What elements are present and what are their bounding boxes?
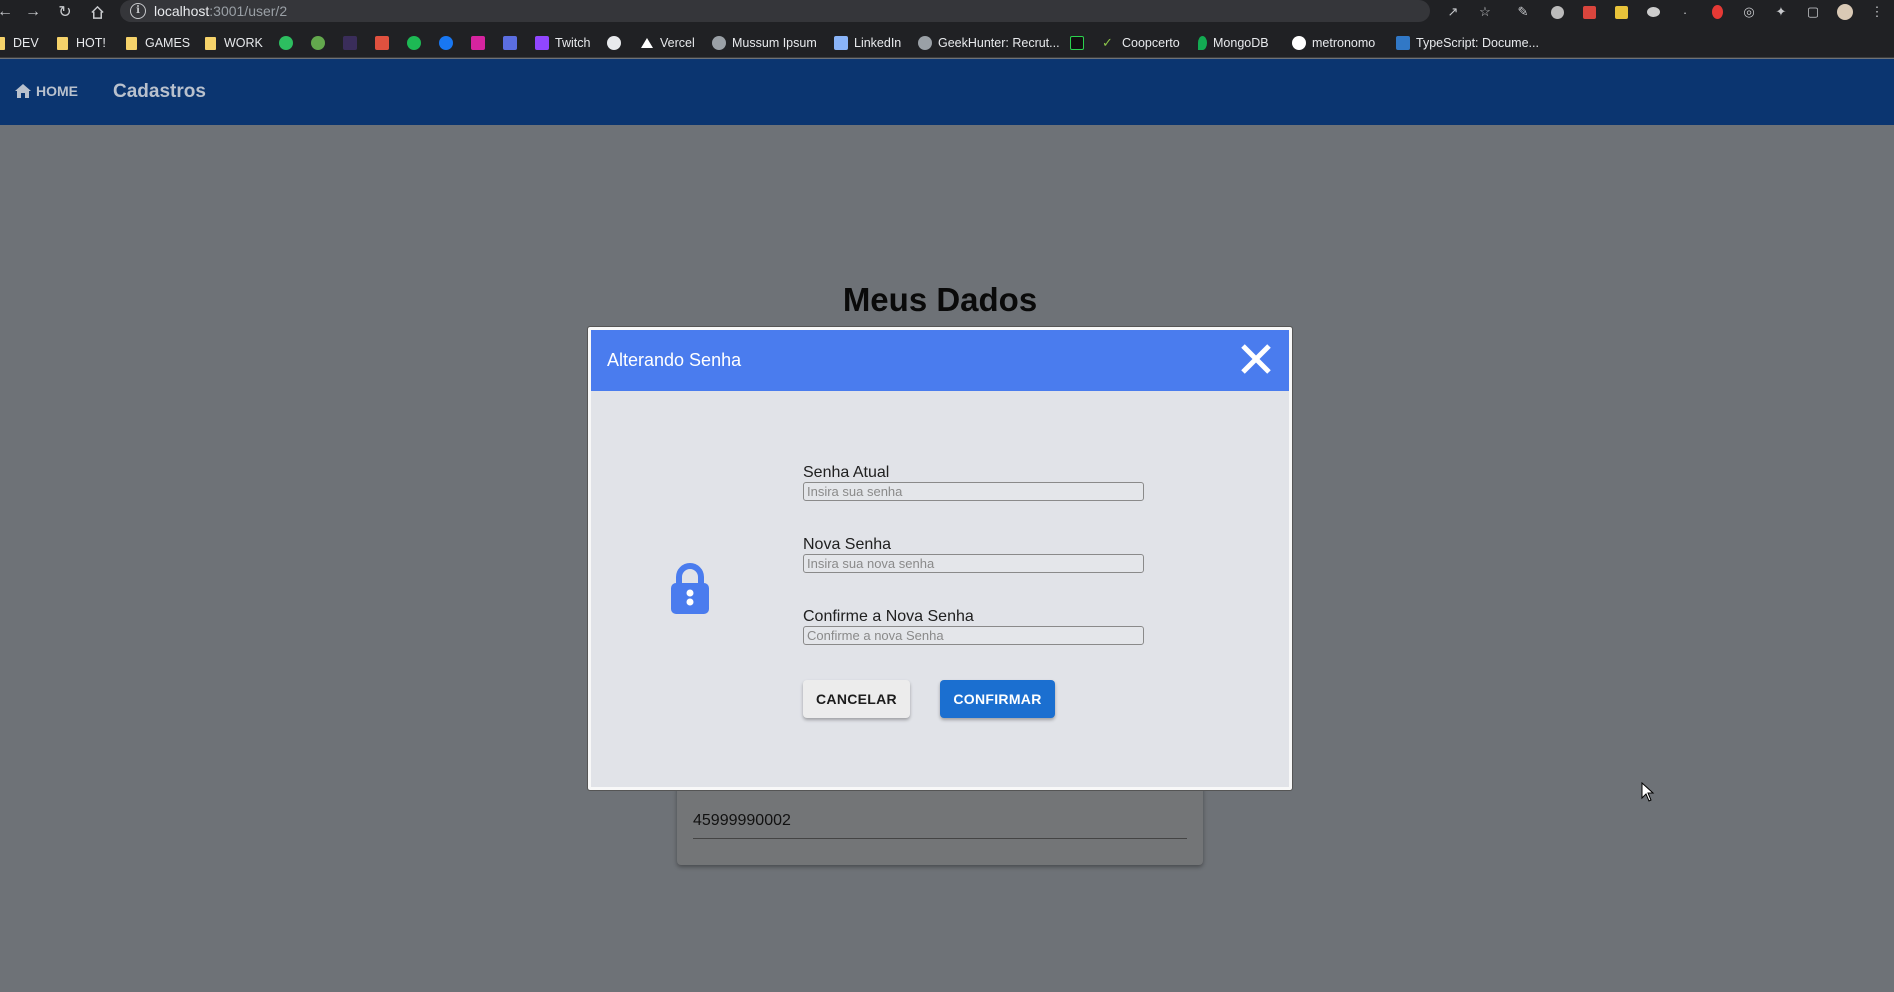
js-extension-icon[interactable] <box>1612 3 1630 21</box>
address-bar[interactable]: i localhost:3001/user/2 <box>120 0 1430 22</box>
geekhunter-icon <box>918 36 932 50</box>
spotify-icon <box>407 36 421 50</box>
bookmarks-bar: DEV HOT! GAMES WORK Twitch Vercel Mussum… <box>0 26 1894 58</box>
confirm-button[interactable]: CONFIRMAR <box>940 680 1055 718</box>
back-arrow-icon[interactable]: ← <box>0 3 14 21</box>
bookmark-instagram[interactable] <box>471 34 491 52</box>
mongodb-icon <box>1198 36 1207 50</box>
field-underline <box>693 838 1187 839</box>
bookmark-facebook[interactable] <box>439 34 459 52</box>
folder-icon <box>57 36 68 50</box>
bookmark-metronomo[interactable]: metronomo <box>1292 34 1375 52</box>
new-password-input[interactable] <box>803 554 1144 573</box>
close-icon[interactable] <box>1237 340 1275 378</box>
extension-icon-5[interactable] <box>1708 3 1726 21</box>
bookmark-evernote[interactable] <box>279 34 299 52</box>
nav-home-link[interactable]: HOME <box>14 83 78 99</box>
new-password-label: Nova Senha <box>803 536 892 553</box>
current-password-label: Senha Atual <box>803 464 890 481</box>
bookmark-calendar[interactable] <box>503 34 523 52</box>
bookmark-folder-work[interactable]: WORK <box>205 34 263 52</box>
typescript-icon <box>1396 36 1410 50</box>
coopcerto-icon: ✓ <box>1102 35 1113 50</box>
linkedin-icon <box>834 36 848 50</box>
url-path: :3001/user/2 <box>209 3 288 19</box>
bookmark-github[interactable] <box>607 34 627 52</box>
pen-extension-icon[interactable]: ✎ <box>1514 3 1532 21</box>
app-header: HOME Cadastros <box>0 59 1894 125</box>
bookmark-mongodb[interactable]: MongoDB <box>1198 34 1269 52</box>
extension-icon-6[interactable]: ◎ <box>1740 3 1758 21</box>
extension-icon-4[interactable]: · <box>1676 3 1694 21</box>
lock-icon <box>668 562 712 621</box>
bookmark-twitch[interactable]: Twitch <box>535 34 590 52</box>
modal-title: Alterando Senha <box>607 350 742 370</box>
folder-icon <box>126 36 137 50</box>
linear-icon <box>343 36 357 50</box>
extension-icon-1[interactable] <box>1548 3 1566 21</box>
extension-icon-2[interactable] <box>1580 3 1598 21</box>
nav-home-label: HOME <box>36 83 78 99</box>
side-panel-icon[interactable]: ▢ <box>1804 3 1822 21</box>
folder-icon <box>0 36 5 50</box>
bookmark-folder-dev[interactable]: DEV <box>0 34 39 52</box>
twitch-icon <box>535 36 549 50</box>
bookmark-folder-games[interactable]: GAMES <box>126 34 190 52</box>
browser-toolbar: ← → ↻ i localhost:3001/user/2 ↗ ☆ ✎ · ◎ … <box>0 0 1894 26</box>
site-info-icon[interactable]: i <box>130 3 146 19</box>
url-host: localhost <box>154 3 210 19</box>
google-icon <box>1292 36 1306 50</box>
github-icon <box>607 36 621 50</box>
bookmark-linear[interactable] <box>343 34 363 52</box>
bookmark-coopcerto[interactable]: ✓ Coopcerto <box>1102 34 1180 52</box>
calendar-icon <box>503 36 517 50</box>
instagram-icon <box>471 36 485 50</box>
bookmark-spotify[interactable] <box>407 34 427 52</box>
facebook-icon <box>439 36 453 50</box>
profile-avatar-icon[interactable] <box>1836 3 1854 21</box>
bookmark-gmail[interactable] <box>375 34 395 52</box>
share-icon[interactable]: ↗ <box>1444 3 1462 21</box>
mouse-cursor-icon <box>1641 782 1655 802</box>
user-data-card: 45999990002 <box>677 785 1203 865</box>
current-password-input[interactable] <box>803 482 1144 501</box>
confirm-password-label: Confirme a Nova Senha <box>803 608 974 625</box>
page-title: Meus Dados <box>842 281 1038 318</box>
star-icon[interactable]: ☆ <box>1476 3 1494 21</box>
xbox-icon <box>311 36 325 50</box>
terminal-icon <box>1070 36 1084 50</box>
mussum-icon <box>712 36 726 50</box>
forward-arrow-icon[interactable]: → <box>24 3 42 21</box>
home-icon <box>15 84 31 98</box>
nav-cadastros-link[interactable]: Cadastros <box>113 81 206 103</box>
cancel-button[interactable]: CANCELAR <box>803 680 910 718</box>
change-password-modal: Alterando Senha Senha Atual Nova Senha C… <box>587 326 1293 791</box>
vercel-icon <box>640 36 654 50</box>
bookmark-terminal[interactable] <box>1070 34 1090 52</box>
puzzle-icon[interactable]: ✦ <box>1772 3 1790 21</box>
bookmark-geekhunter[interactable]: GeekHunter: Recrut... <box>918 34 1060 52</box>
extension-icon-3[interactable] <box>1644 3 1662 21</box>
home-icon[interactable] <box>88 3 106 21</box>
phone-value: 45999990002 <box>693 812 791 829</box>
reload-icon[interactable]: ↻ <box>56 3 74 21</box>
evernote-icon <box>279 36 293 50</box>
menu-dots-icon[interactable]: ⋮ <box>1868 3 1886 21</box>
modal-header: Alterando Senha <box>591 330 1289 391</box>
bookmark-folder-hot[interactable]: HOT! <box>57 34 106 52</box>
bookmark-typescript[interactable]: TypeScript: Docume... <box>1396 34 1539 52</box>
folder-icon <box>205 36 216 50</box>
bookmark-vercel[interactable]: Vercel <box>640 34 695 52</box>
bookmark-mussum-ipsum[interactable]: Mussum Ipsum <box>712 34 817 52</box>
confirm-password-input[interactable] <box>803 626 1144 645</box>
gmail-icon <box>375 36 389 50</box>
bookmark-xbox[interactable] <box>311 34 331 52</box>
bookmark-linkedin[interactable]: LinkedIn <box>834 34 901 52</box>
